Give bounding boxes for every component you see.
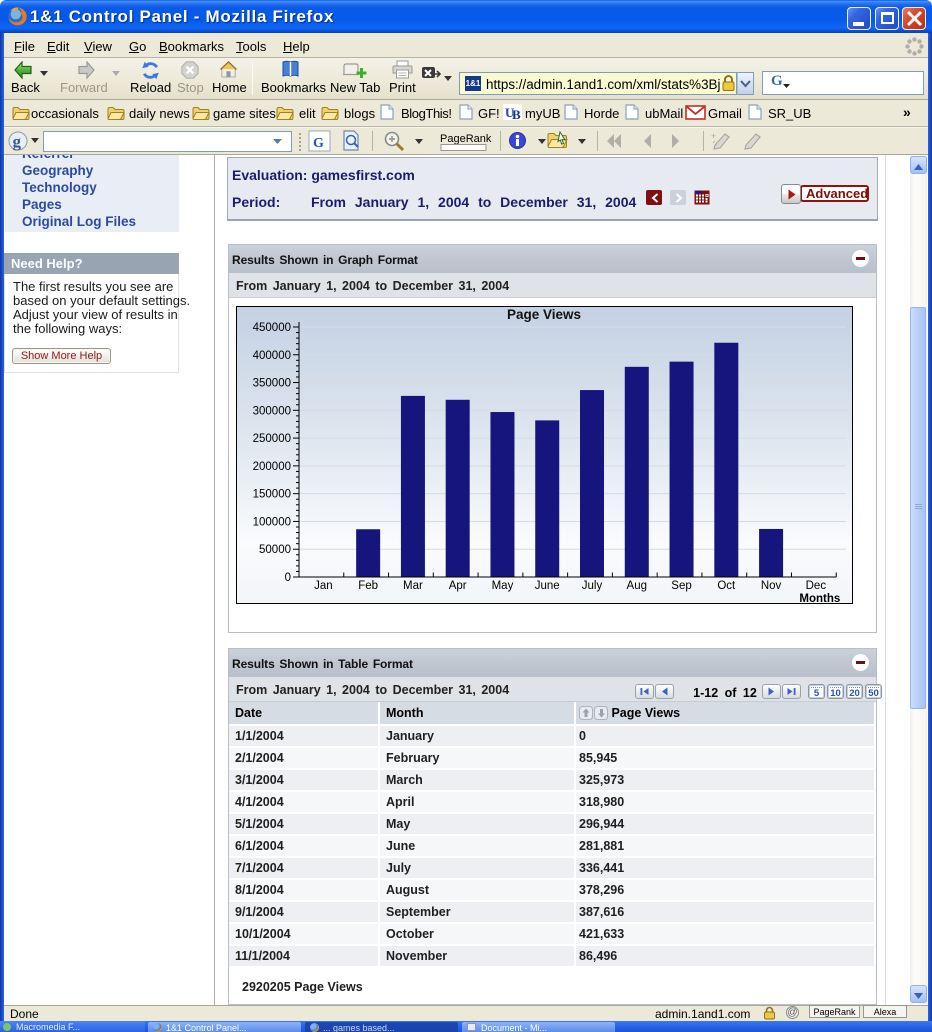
svg-text:250000: 250000: [253, 433, 291, 445]
svg-text:July: July: [582, 580, 603, 592]
svg-text:0: 0: [285, 572, 291, 584]
svg-text:May: May: [492, 580, 514, 592]
svg-text:Mar: Mar: [403, 580, 423, 592]
svg-text:Nov: Nov: [761, 580, 782, 592]
svg-text:200000: 200000: [253, 461, 291, 473]
svg-text:Oct: Oct: [717, 580, 736, 592]
svg-text:350000: 350000: [253, 378, 291, 390]
svg-text:Feb: Feb: [358, 580, 378, 592]
svg-text:Aug: Aug: [627, 580, 647, 592]
svg-text:Jan: Jan: [314, 580, 333, 592]
svg-text:+: +: [711, 131, 716, 141]
svg-text:400000: 400000: [253, 350, 291, 362]
svg-text:June: June: [535, 580, 560, 592]
svg-text:Sep: Sep: [671, 580, 691, 592]
svg-text:Page Views: Page Views: [507, 307, 581, 322]
svg-text:Apr: Apr: [449, 580, 467, 592]
svg-text:100000: 100000: [253, 516, 291, 528]
svg-text:Dec: Dec: [806, 580, 827, 592]
svg-text:Months: Months: [799, 593, 840, 604]
svg-text:g: g: [13, 132, 22, 151]
svg-text:300000: 300000: [253, 405, 291, 417]
svg-text:150000: 150000: [253, 489, 291, 501]
svg-text:450000: 450000: [253, 322, 291, 334]
svg-text:50000: 50000: [259, 544, 291, 556]
svg-text:G: G: [313, 136, 324, 151]
svg-text:PageRank: PageRank: [440, 133, 492, 145]
